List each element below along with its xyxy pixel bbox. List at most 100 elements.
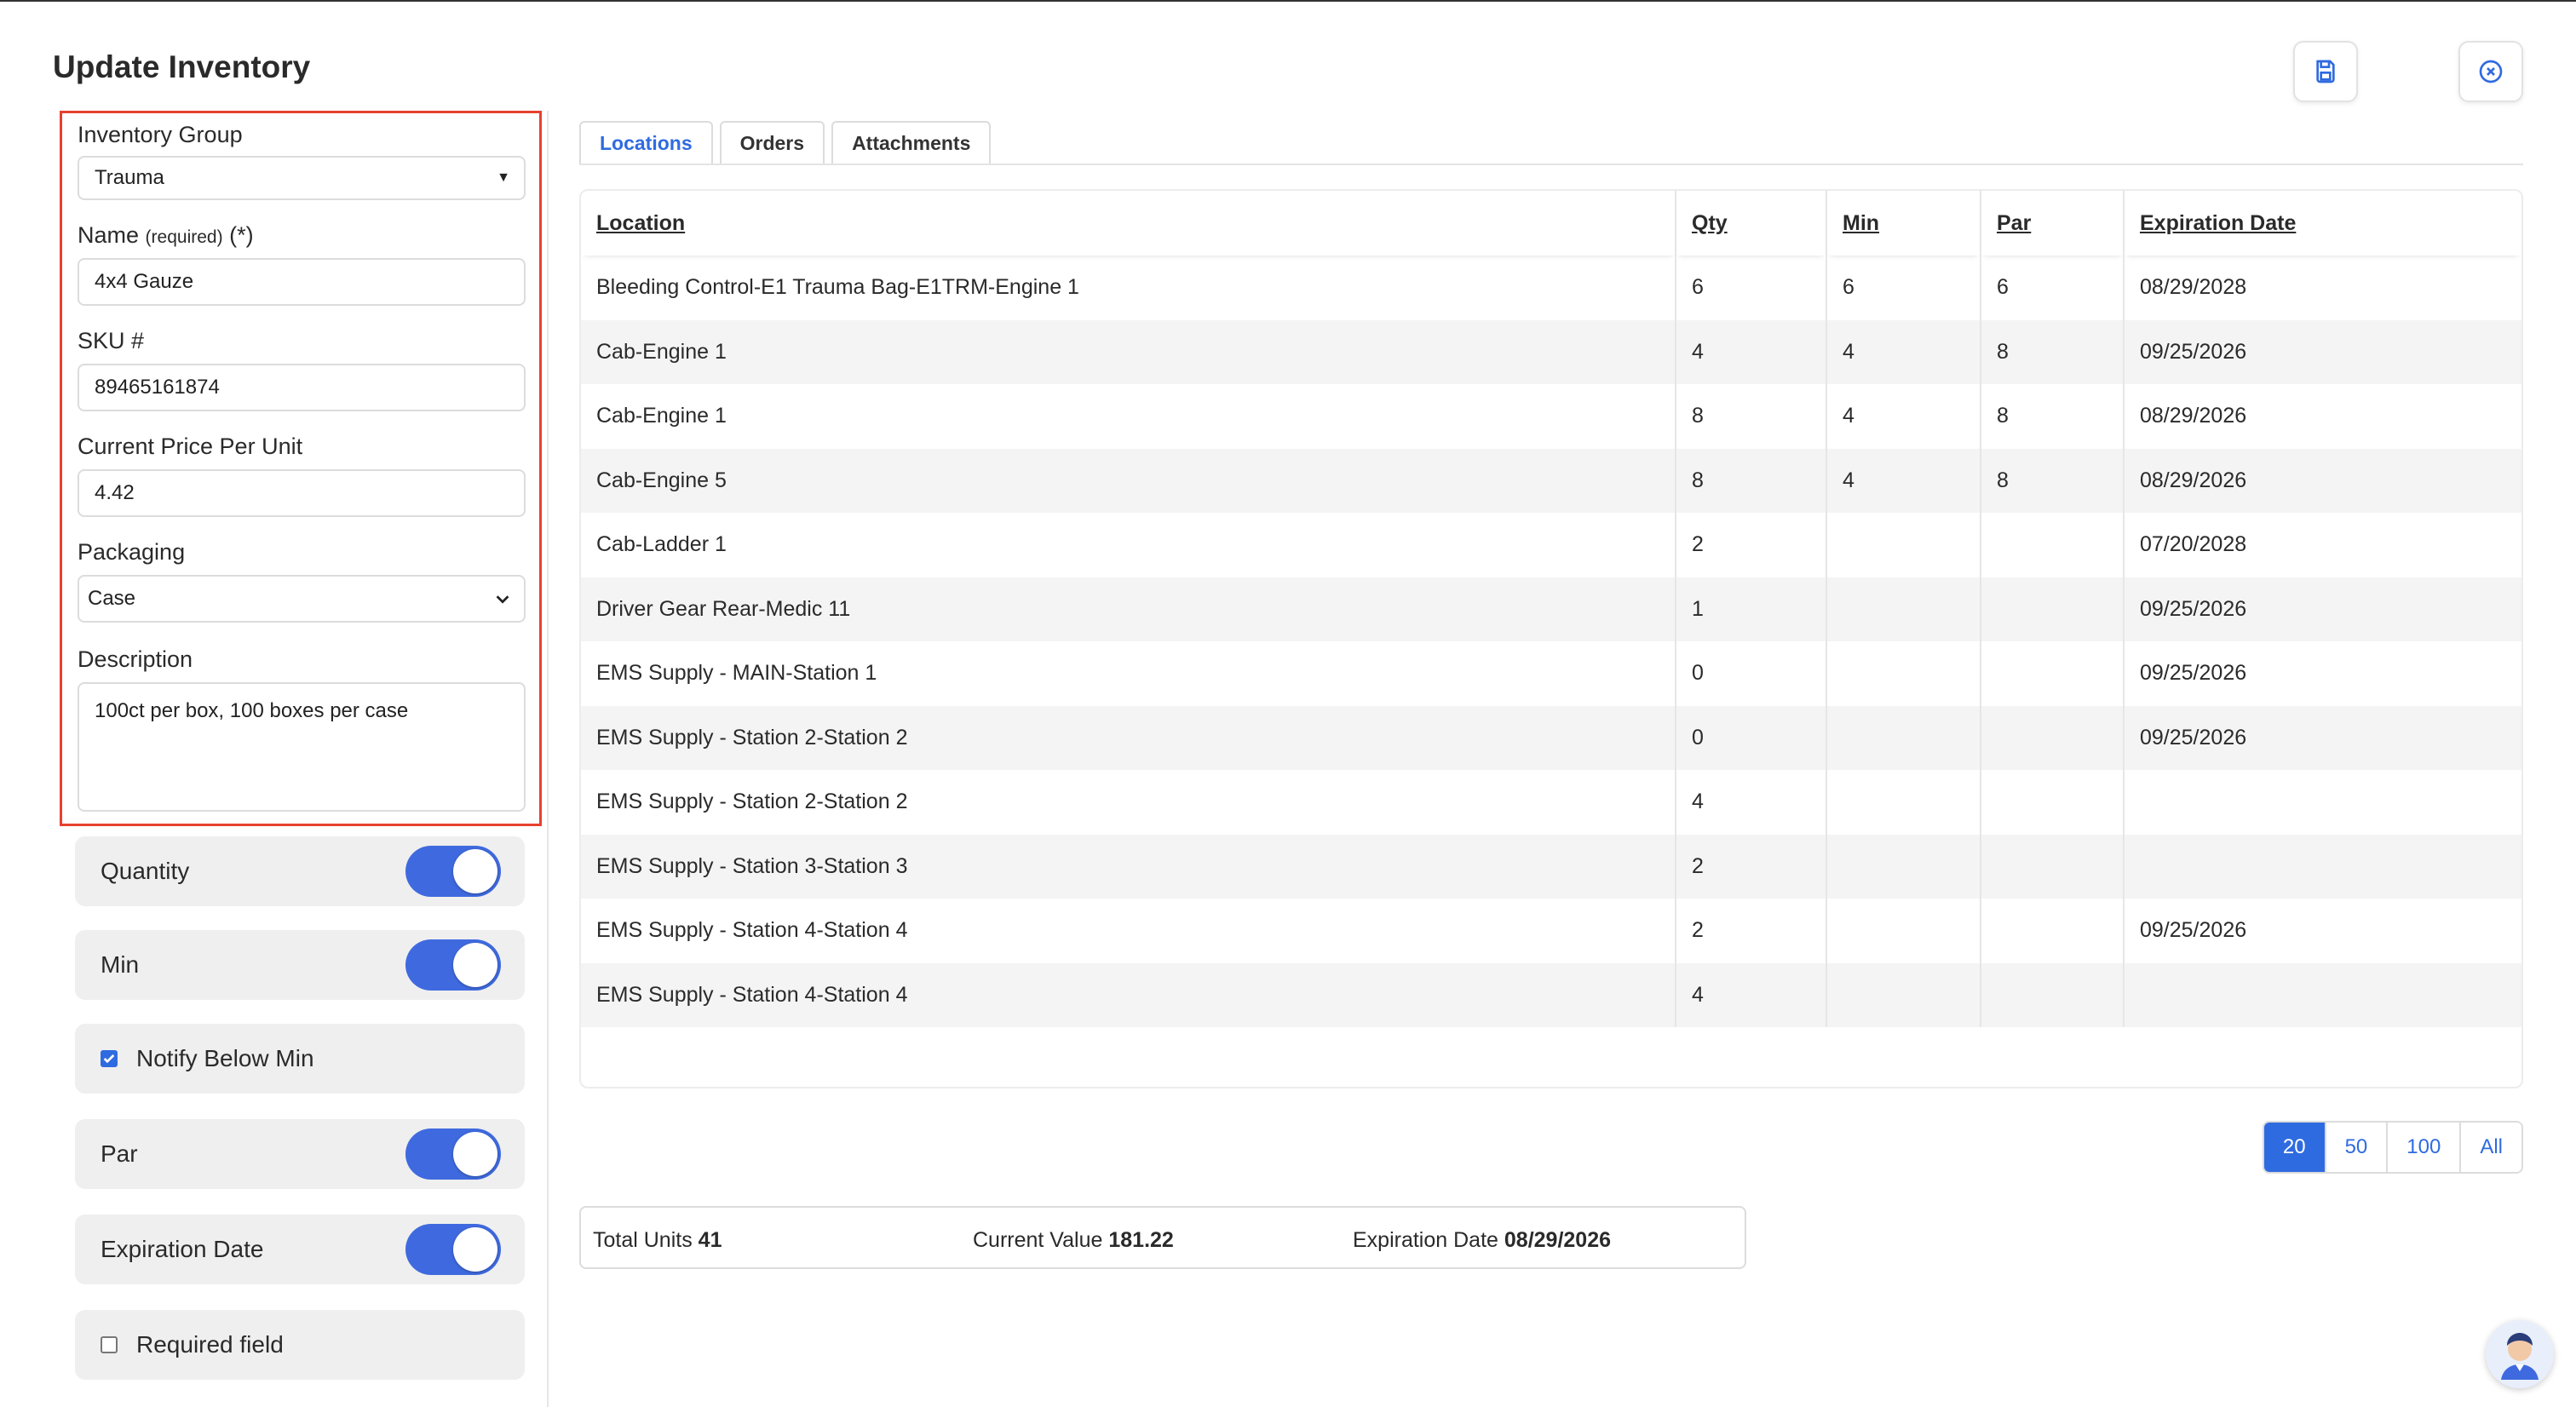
- tab-bar: Locations Orders Attachments: [579, 121, 992, 165]
- table-row[interactable]: Cab-Engine 1 4 4 8 09/25/2026: [581, 319, 2521, 384]
- tab-locations[interactable]: Locations: [579, 121, 713, 165]
- close-button[interactable]: [2458, 41, 2523, 102]
- cell-expiration-date: 09/25/2026: [2124, 705, 2521, 770]
- save-button[interactable]: [2293, 41, 2358, 102]
- cell-qty: 8: [1676, 384, 1827, 449]
- packaging-select[interactable]: Case: [78, 575, 526, 623]
- cell-min: [1826, 834, 1981, 899]
- notify-below-min-option: Notify Below Min: [75, 1024, 525, 1094]
- expiration-date-toggle[interactable]: [405, 1224, 501, 1275]
- cell-par: [1981, 641, 2125, 706]
- quantity-toggle[interactable]: [405, 846, 501, 897]
- cell-qty: 0: [1676, 705, 1827, 770]
- cell-qty: 6: [1676, 256, 1827, 320]
- page-size-20[interactable]: 20: [2263, 1123, 2326, 1172]
- column-header-expiration-date[interactable]: Expiration Date: [2124, 191, 2521, 256]
- tab-underline: [579, 164, 2523, 165]
- inventory-group-select[interactable]: Trauma ▼: [78, 156, 526, 200]
- column-header-qty[interactable]: Qty: [1676, 191, 1827, 256]
- total-units-value: 41: [698, 1228, 722, 1252]
- inventory-group-label: Inventory Group: [78, 122, 243, 147]
- total-units: Total Units 41: [593, 1228, 722, 1253]
- cell-par: 8: [1981, 448, 2125, 513]
- column-header-min[interactable]: Min: [1826, 191, 1981, 256]
- caret-down-icon: ▼: [497, 170, 510, 185]
- sku-label: SKU #: [78, 328, 145, 353]
- cell-qty: 4: [1676, 770, 1827, 835]
- cell-qty: 1: [1676, 577, 1827, 641]
- table-row[interactable]: Cab-Engine 1 8 4 8 08/29/2026: [581, 384, 2521, 449]
- table-row[interactable]: Bleeding Control-E1 Trauma Bag-E1TRM-Eng…: [581, 256, 2521, 320]
- cell-expiration-date: 09/25/2026: [2140, 918, 2247, 943]
- required-field-label: Required field: [136, 1331, 284, 1358]
- price-input[interactable]: 4.42: [78, 469, 526, 517]
- current-value-label: Current Value: [973, 1228, 1103, 1252]
- summary-expiration-value: 08/29/2026: [1504, 1228, 1612, 1252]
- cell-par: [1981, 513, 2125, 577]
- name-label: Name (required) (*): [78, 222, 254, 249]
- cell-min: [1826, 962, 1981, 1027]
- column-header-par[interactable]: Par: [1981, 191, 2125, 256]
- packaging-label: Packaging: [78, 539, 186, 565]
- table-row[interactable]: EMS Supply - Station 3-Station 32: [581, 834, 2521, 899]
- quantity-option: Quantity: [75, 836, 525, 906]
- cell-qty: 4: [1676, 319, 1827, 384]
- quantity-option-label: Quantity: [101, 858, 190, 884]
- name-input[interactable]: 4x4 Gauze: [78, 258, 526, 306]
- table-row[interactable]: EMS Supply - Station 2-Station 24: [581, 770, 2521, 835]
- cell-min: 4: [1826, 448, 1981, 513]
- cell-location: EMS Supply - Station 4-Station 4: [581, 962, 1676, 1027]
- table-row[interactable]: Cab-Ladder 1 2 07/20/2028: [581, 513, 2521, 577]
- notify-below-min-checkbox[interactable]: [101, 1050, 118, 1067]
- current-value-amount: 181.22: [1108, 1228, 1174, 1252]
- table-row[interactable]: EMS Supply - Station 2-Station 2 0 09/25/2…: [581, 705, 2521, 770]
- par-toggle[interactable]: [405, 1128, 501, 1180]
- expiration-date-option-label: Expiration Date: [101, 1236, 264, 1262]
- required-field-checkbox[interactable]: [101, 1336, 118, 1353]
- page-size-selector: 20 50 100 All: [2262, 1121, 2523, 1174]
- name-label-text: Name: [78, 222, 140, 248]
- notify-below-min-label: Notify Below Min: [136, 1045, 314, 1071]
- cell-qty: 8: [1676, 448, 1827, 513]
- table-row[interactable]: EMS Supply - Station 4-Station 4 2 09/25/2…: [581, 899, 2521, 963]
- assistant-avatar-icon[interactable]: [2486, 1320, 2554, 1388]
- table-row[interactable]: Cab-Engine 5 8 4 8 08/29/2026: [581, 448, 2521, 513]
- cell-location: Cab-Engine 1: [581, 384, 1676, 449]
- column-header-location[interactable]: Location: [581, 191, 1676, 256]
- page-size-100[interactable]: 100: [2388, 1123, 2462, 1172]
- cell-min: 4: [1826, 319, 1981, 384]
- name-required-mark: (*): [229, 222, 254, 248]
- cell-expiration-date: 07/20/2028: [2140, 532, 2247, 557]
- cell-par: [1981, 899, 2125, 963]
- min-option-label: Min: [101, 951, 140, 978]
- cell-location: EMS Supply - Station 2-Station 2: [581, 705, 1676, 770]
- cell-par: [1981, 770, 2125, 835]
- cell-min: [1826, 577, 1981, 641]
- cell-qty: 0: [1676, 641, 1827, 706]
- sku-input[interactable]: 89465161874: [78, 364, 526, 411]
- tab-orders[interactable]: Orders: [719, 121, 825, 165]
- page-size-all[interactable]: All: [2461, 1123, 2521, 1172]
- checkmark-icon: [103, 1054, 115, 1064]
- tab-attachments[interactable]: Attachments: [831, 121, 992, 165]
- name-required-hint: (required): [145, 227, 223, 247]
- description-textarea[interactable]: 100ct per box, 100 boxes per case: [78, 682, 526, 812]
- cell-expiration-date: 09/25/2026: [2140, 661, 2247, 686]
- table-row[interactable]: Driver Gear Rear-Medic 11 1 09/25/2026: [581, 577, 2521, 641]
- min-toggle[interactable]: [405, 939, 501, 991]
- cell-expiration-date: 09/25/2026: [2124, 577, 2521, 641]
- cell-par: 8: [1981, 384, 2125, 449]
- cell-min: [1826, 641, 1981, 706]
- page-size-50[interactable]: 50: [2326, 1123, 2389, 1172]
- cell-min: [1826, 513, 1981, 577]
- cell-par: [1981, 705, 2125, 770]
- table-row[interactable]: EMS Supply - MAIN-Station 1 0 09/25/2026: [581, 641, 2521, 706]
- cell-qty: 4: [1676, 962, 1827, 1027]
- cell-location: Bleeding Control-E1 Trauma Bag-E1TRM-Eng…: [581, 256, 1676, 320]
- cell-qty: 2: [1676, 513, 1827, 577]
- cell-par: 6: [1981, 256, 2125, 320]
- table-row[interactable]: EMS Supply - Station 4-Station 44: [581, 962, 2521, 1027]
- cell-min: 4: [1826, 384, 1981, 449]
- table-header-row: Location Qty Min Par Expiration Date: [581, 191, 2521, 256]
- close-circle-icon: [2479, 60, 2503, 83]
